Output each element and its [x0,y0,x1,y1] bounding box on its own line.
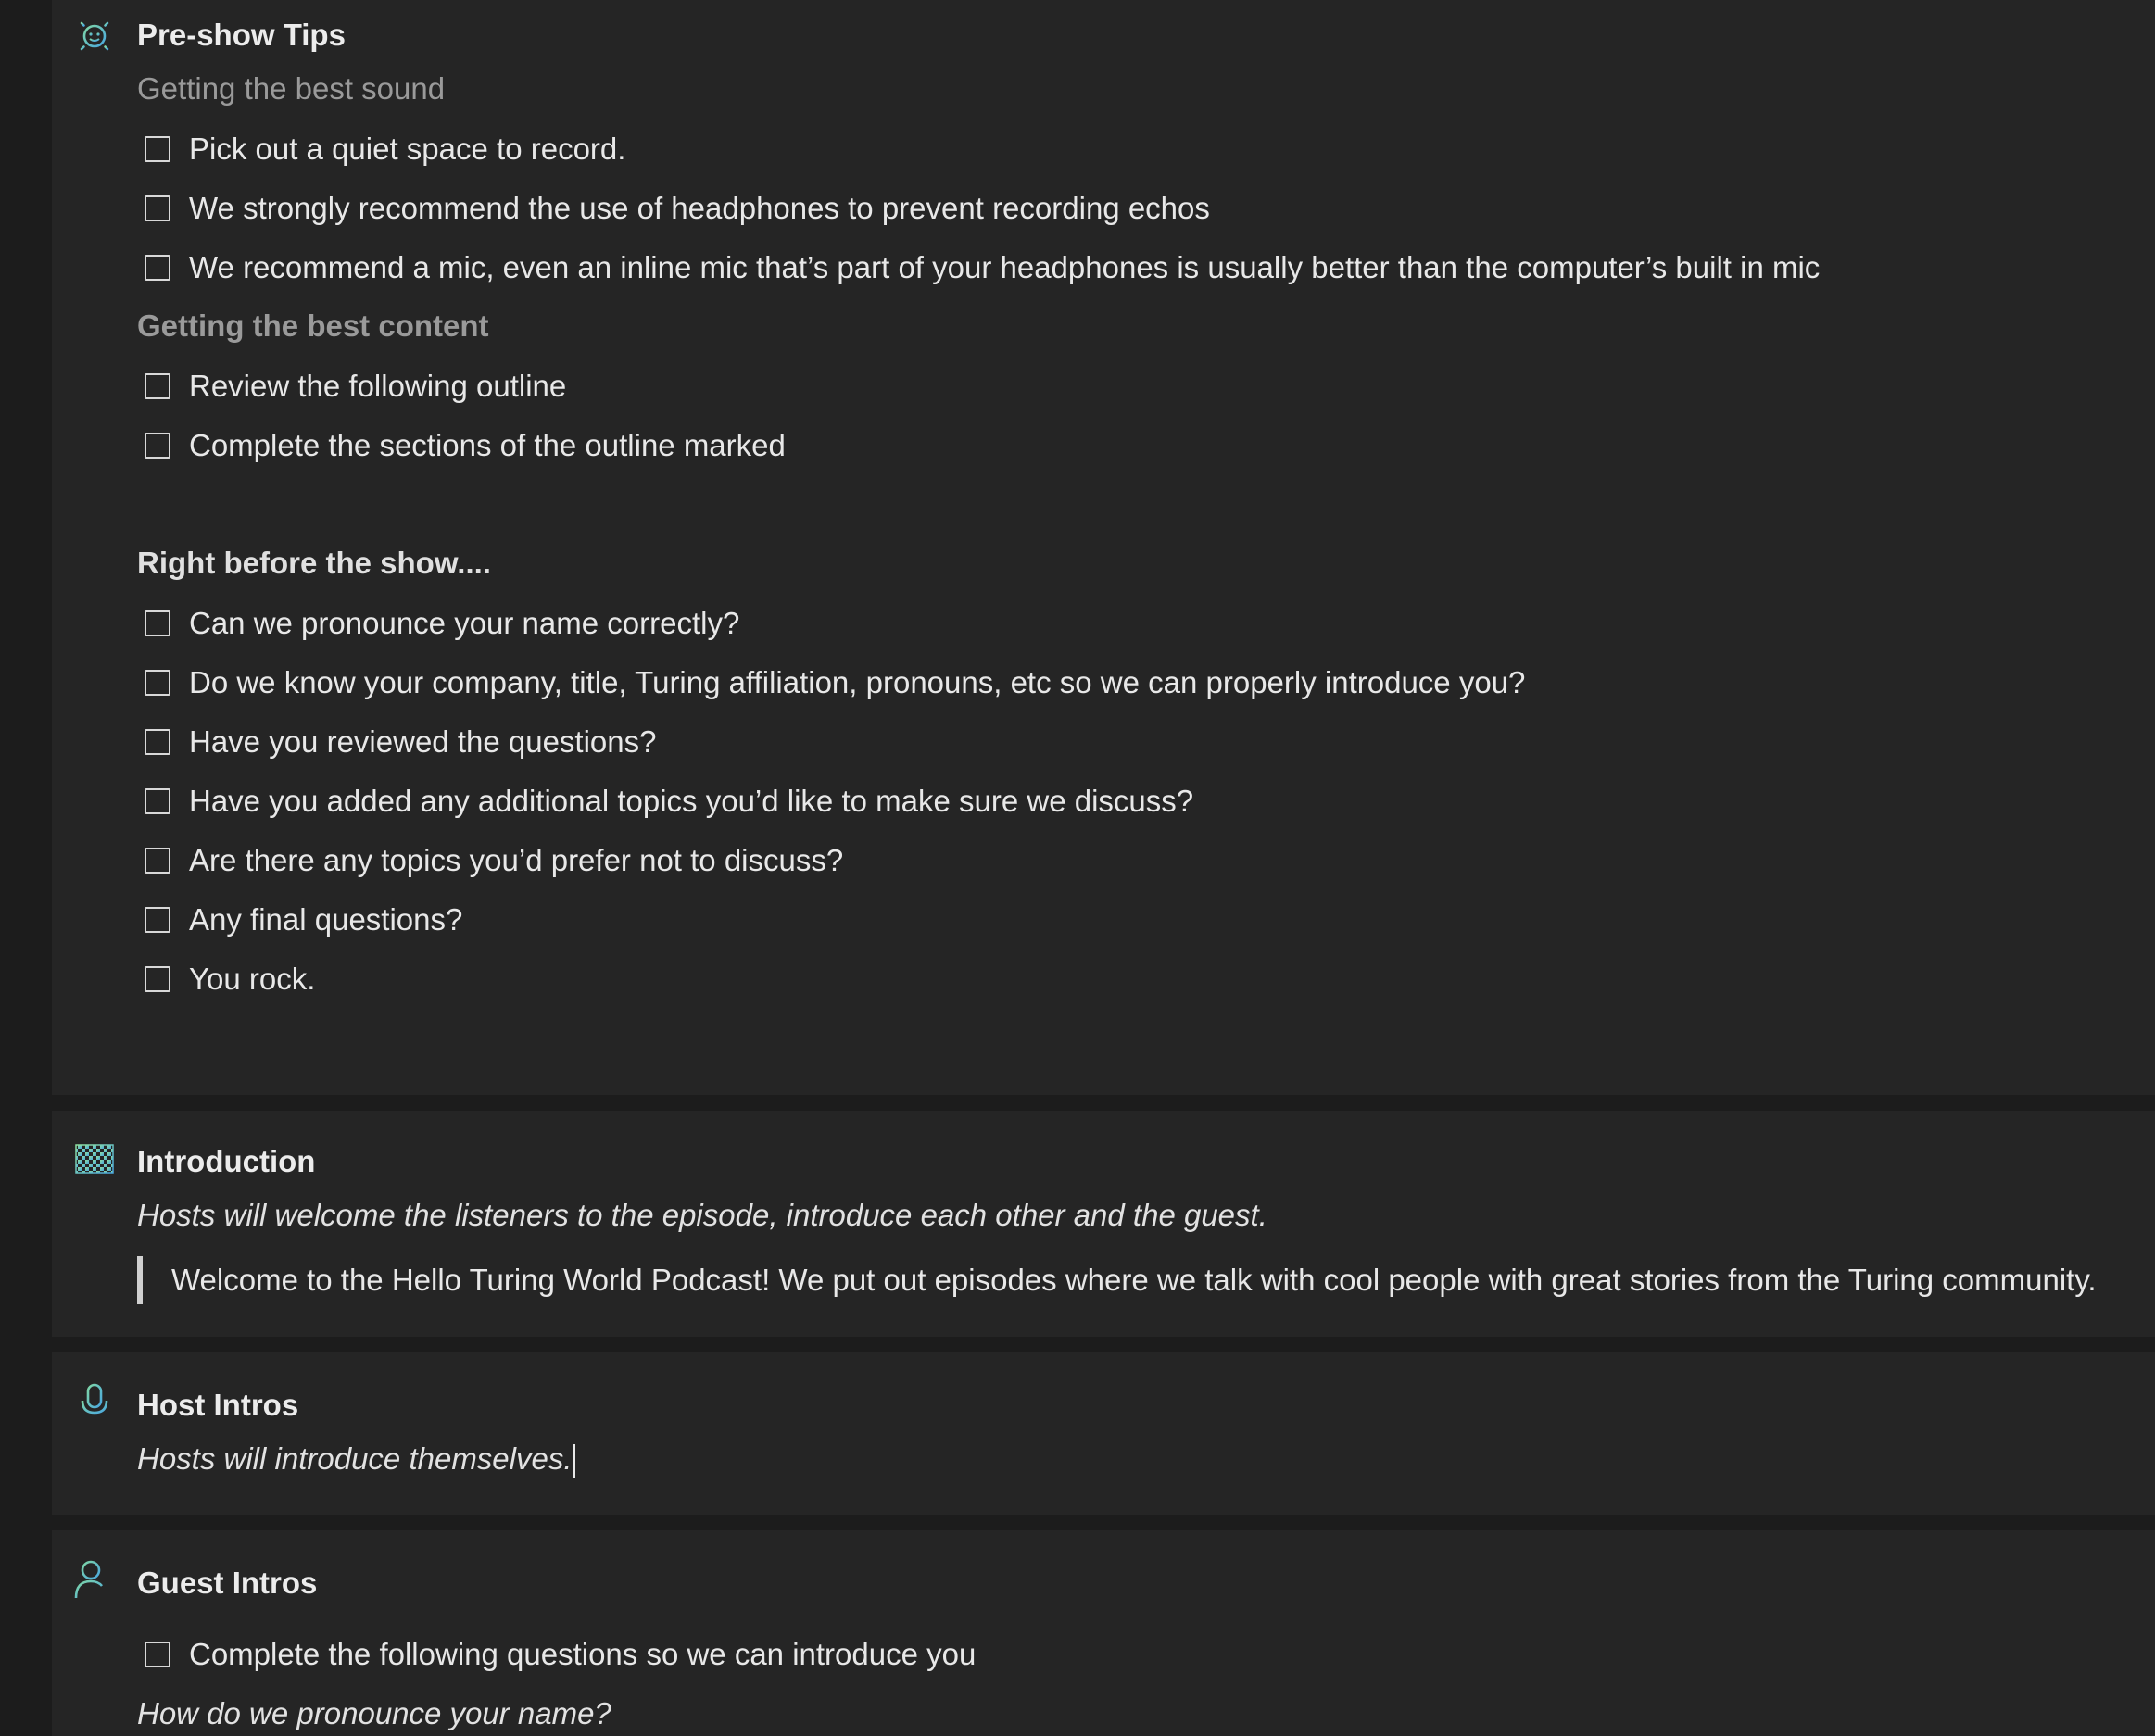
checkbox[interactable] [145,907,170,933]
text-cursor [573,1444,575,1478]
checklist-item-label: You rock. [189,962,316,996]
quote-text: Welcome to the Hello Turing World Podcas… [171,1263,2097,1297]
sun-face-icon [74,16,115,57]
heading-before-show: Right before the show.... [137,546,491,580]
checkbox[interactable] [145,255,170,281]
checklist-item-label: Can we pronounce your name correctly? [189,606,740,640]
checklist-item[interactable]: We strongly recommend the use of headpho… [145,190,1210,227]
checklist-item[interactable]: Any final questions? [145,901,462,938]
checklist-item[interactable]: Do we know your company, title, Turing a… [145,664,1525,701]
checklist-item-label: Any final questions? [189,902,463,937]
checklist-item[interactable]: Have you added any additional topics you… [145,783,1193,820]
checklist-item[interactable]: Are there any topics you’d prefer not to… [145,842,843,879]
checkbox[interactable] [145,373,170,399]
section-description: Hosts will welcome the listeners to the … [137,1198,1267,1232]
checklist-item-label: Review the following outline [189,369,567,403]
host-intros-block: Host Intros Hosts will introduce themsel… [52,1352,2155,1515]
quote-bar [137,1256,143,1304]
checklist-item[interactable]: Complete the sections of the outline mar… [145,427,786,464]
guest-intros-block: Guest Intros Complete the following ques… [52,1530,2155,1736]
checklist-item[interactable]: Pick out a quiet space to record. [145,131,625,168]
checklist-item-label: Pick out a quiet space to record. [189,132,626,166]
preshow-tips-block: Pre-show Tips Getting the best sound Pic… [52,0,2155,1095]
checkbox[interactable] [145,729,170,755]
checkbox[interactable] [145,966,170,992]
checklist-item[interactable]: You rock. [145,961,315,998]
checkered-flag-icon [74,1141,115,1182]
checkbox[interactable] [145,433,170,459]
subheading-content: Getting the best content [137,308,489,343]
introduction-block: Introduction Hosts will welcome the list… [52,1111,2155,1337]
section-title: Guest Intros [137,1566,318,1600]
section-title: Pre-show Tips [137,18,346,52]
checklist-item[interactable]: Can we pronounce your name correctly? [145,605,739,642]
editable-description[interactable]: Hosts will introduce themselves. [137,1440,575,1478]
checkbox[interactable] [145,136,170,162]
blockquote: Welcome to the Hello Turing World Podcas… [137,1256,2097,1304]
checklist-item-label: Are there any topics you’d prefer not to… [189,843,844,877]
checklist-item-label: Have you reviewed the questions? [189,724,657,759]
checkbox[interactable] [145,848,170,874]
checkbox[interactable] [145,788,170,814]
checklist-item[interactable]: Review the following outline [145,368,566,405]
add-person-icon [74,1559,115,1600]
checklist-item[interactable]: We recommend a mic, even an inline mic t… [145,249,1820,286]
checklist-item-label: Do we know your company, title, Turing a… [189,665,1526,699]
question-text: How do we pronounce your name? [137,1696,611,1730]
checkbox[interactable] [145,195,170,221]
checkbox[interactable] [145,1642,170,1667]
microphone-icon [74,1382,115,1423]
checklist-item-label: We strongly recommend the use of headpho… [189,191,1210,225]
checklist-item-label: Have you added any additional topics you… [189,784,1194,818]
checklist-item[interactable]: Complete the following questions so we c… [145,1636,976,1673]
checklist-item-label: Complete the following questions so we c… [189,1637,977,1671]
checkbox[interactable] [145,670,170,696]
section-title: Host Intros [137,1388,299,1422]
checkbox[interactable] [145,610,170,636]
checklist-item-label: Complete the sections of the outline mar… [189,428,786,462]
checklist-item-label: We recommend a mic, even an inline mic t… [189,250,1821,284]
checklist-item[interactable]: Have you reviewed the questions? [145,723,656,761]
subheading-sound: Getting the best sound [137,71,446,106]
description-text: Hosts will introduce themselves. [137,1441,573,1476]
section-title: Introduction [137,1144,316,1178]
